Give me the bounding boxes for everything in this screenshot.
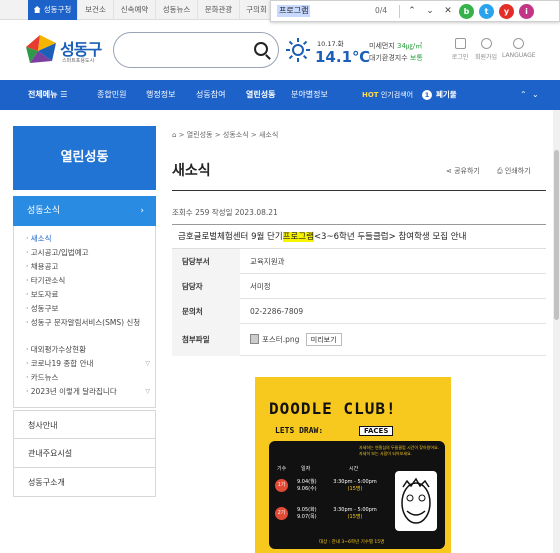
tab-council[interactable]: 구의회 xyxy=(240,0,274,20)
find-prev-icon[interactable]: ⌃ xyxy=(405,4,419,18)
page-scrollbar[interactable] xyxy=(553,110,560,553)
post-subject: 금호글로벌체험센터 9월 단기프로그램<3~6학년 두들클럽> 참여학생 모집 … xyxy=(172,224,546,249)
attachment-link[interactable]: 포스터.png xyxy=(262,335,299,344)
doodle-face-illustration xyxy=(395,471,437,531)
find-in-page-bar: 프로그램 0/4 ⌃ ⌄ ✕ b t y i xyxy=(270,0,560,22)
search-highlight: 프로그램 xyxy=(282,232,314,242)
breadcrumb-item[interactable]: 성동소식 xyxy=(223,131,249,139)
find-input[interactable]: 프로그램 xyxy=(277,5,311,17)
nav-civil-service[interactable]: 종합민원 xyxy=(97,80,126,110)
info-row-department: 담당부서 교육지원과 xyxy=(172,249,546,274)
globe-icon xyxy=(512,38,524,49)
sidebar-item-sms[interactable]: · 성동구 문자알림서비스(SMS) 신청 xyxy=(26,318,146,328)
youtube-icon[interactable]: y xyxy=(499,4,514,19)
sidebar-item-gazette[interactable]: · 성동구보 xyxy=(26,304,146,314)
signup-link[interactable]: 회원가입 xyxy=(470,38,502,61)
instagram-icon[interactable]: i xyxy=(519,4,534,19)
print-icon: ⎙ xyxy=(497,167,503,175)
twitter-icon[interactable]: t xyxy=(479,4,494,19)
scrollbar-thumb[interactable] xyxy=(554,150,559,320)
sidebar-item-recruit[interactable]: · 채용공고 xyxy=(26,262,146,272)
chevron-up-icon[interactable]: ⌃ xyxy=(520,80,527,110)
tab-health-center[interactable]: 보건소 xyxy=(78,0,114,20)
breadcrumb-item[interactable]: 열린성동 xyxy=(187,131,213,139)
chevron-right-icon: › xyxy=(140,206,144,216)
nav-participation[interactable]: 성동참여 xyxy=(196,80,225,110)
sidebar-item-card-news[interactable]: · 카드뉴스 xyxy=(26,373,146,383)
group-1-badge: 1기 xyxy=(275,479,288,492)
sidebar-item-covid[interactable]: · 코로나19 종합 안내 ▽ xyxy=(26,359,150,369)
title-divider xyxy=(172,190,546,191)
sidebar-item-building[interactable]: 청사안내 xyxy=(13,410,156,439)
find-next-icon[interactable]: ⌄ xyxy=(423,4,437,18)
blog-icon[interactable]: b xyxy=(459,4,474,19)
poster-tag: FACES xyxy=(359,426,394,436)
sidebar-item-changes-2023[interactable]: · 2023년 이렇게 달라집니다 ▽ xyxy=(26,387,150,397)
poster-image: DOODLE CLUB! LETS DRAW: FACES 자세하는 연필심의 … xyxy=(255,377,451,553)
sidebar-title: 열린성동 xyxy=(13,126,156,190)
group-2-badge: 2기 xyxy=(275,507,288,520)
share-button[interactable]: ⋖ 공유하기 xyxy=(446,166,480,176)
breadcrumb-item: 새소식 xyxy=(258,131,279,139)
info-row-attachment: 첨부파일 포스터.png 미리보기 xyxy=(172,324,546,356)
nav-admin-info[interactable]: 행정정보 xyxy=(146,80,175,110)
search-icon[interactable] xyxy=(254,42,268,56)
sidebar-item-news[interactable]: · 새소식 xyxy=(26,234,146,244)
preview-button[interactable]: 미리보기 xyxy=(305,333,342,346)
sidebar-item-about[interactable]: 성동구소개 xyxy=(13,468,156,497)
sidebar-submenu: · 새소식 · 고시공고/입법예고 · 채용공고 · 타기관소식 · 보도자료 … xyxy=(13,226,156,408)
air-quality-info: 대기환경지수 보통 xyxy=(369,54,423,62)
sun-icon xyxy=(286,38,310,62)
hot-keyword-rank: 1 xyxy=(422,90,432,100)
tab-quick-reservation[interactable]: 신속예약 xyxy=(114,0,156,20)
sidebar-item-facilities[interactable]: 관내주요시설 xyxy=(13,439,156,468)
chevron-down-icon[interactable]: ⌄ xyxy=(532,80,539,110)
sidebar-item-notices[interactable]: · 고시공고/입법예고 xyxy=(26,248,146,258)
weather-date: 10.17.화 xyxy=(317,40,344,48)
print-button[interactable]: ⎙ 인쇄하기 xyxy=(497,166,531,176)
sidebar-item-press[interactable]: · 보도자료 xyxy=(26,290,146,300)
share-icon: ⋖ xyxy=(446,167,452,175)
user-icon xyxy=(480,38,492,49)
tab-seongdong-office[interactable]: 성동구청 xyxy=(28,0,78,20)
sidebar-item-other-orgs[interactable]: · 타기관소식 xyxy=(26,276,146,286)
poster-footer: 대상 : 관내 3~6학년 기수별 15명 xyxy=(319,540,385,545)
poster-title: DOODLE CLUB! xyxy=(269,399,397,418)
weather-temperature: 14.1℃ xyxy=(315,48,371,66)
sidebar-section-news[interactable]: 성동소식 › xyxy=(13,196,156,226)
hot-keywords-label: HOT 인기검색어 xyxy=(362,91,414,99)
find-match-count: 0/4 xyxy=(375,6,388,15)
poster-subtitle: LETS DRAW: xyxy=(275,426,324,435)
poster-schedule-panel: 자세하는 연필심의 두들클럽 시간이 찾아왔어요. 자세히 보는 사람이 되어보… xyxy=(269,441,445,549)
fine-dust-info: 미세먼지 34㎍/㎥ xyxy=(369,42,423,50)
breadcrumb: ⌂ > 열린성동 > 성동소식 > 새소식 xyxy=(172,131,279,139)
page-title: 새소식 xyxy=(172,163,211,179)
expand-icon: ▽ xyxy=(145,388,150,395)
post-meta: 조회수 259 작성일 2023.08.21 xyxy=(172,208,278,217)
hot-keyword-link[interactable]: 폐기물 xyxy=(436,80,457,110)
home-icon xyxy=(33,6,41,13)
nav-field-info[interactable]: 분야별정보 xyxy=(291,80,328,110)
expand-icon: ▽ xyxy=(145,360,150,367)
all-menu-button[interactable]: 전체메뉴 ☰ xyxy=(28,80,67,110)
info-row-contact: 문의처 02-2286-7809 xyxy=(172,299,546,324)
image-file-icon xyxy=(250,334,259,344)
tab-culture[interactable]: 문화관광 xyxy=(198,0,240,20)
find-close-icon[interactable]: ✕ xyxy=(441,4,455,18)
search-input[interactable] xyxy=(113,32,279,68)
sidebar-item-awards[interactable]: · 대외평가수상현황 xyxy=(26,345,146,355)
info-row-manager: 담당자 서미정 xyxy=(172,274,546,299)
logo-subtitle: 스마트포용도시 xyxy=(62,58,95,64)
nav-open-seongdong[interactable]: 열린성동 xyxy=(246,80,275,110)
tab-news[interactable]: 성동뉴스 xyxy=(156,0,198,20)
seongdong-logo-icon[interactable] xyxy=(24,33,60,65)
main-navigation: 전체메뉴 ☰ 종합민원 행정정보 성동참여 열린성동 분야별정보 HOT 인기검… xyxy=(0,80,560,110)
language-link[interactable]: LANGUAGE xyxy=(502,38,536,59)
home-icon[interactable]: ⌂ xyxy=(172,131,176,139)
poster-description: 자세하는 연필심의 두들클럽 시간이 찾아왔어요. 자세히 보는 사람이 되어보… xyxy=(359,445,439,456)
find-separator xyxy=(399,5,400,18)
lock-icon xyxy=(454,38,466,49)
